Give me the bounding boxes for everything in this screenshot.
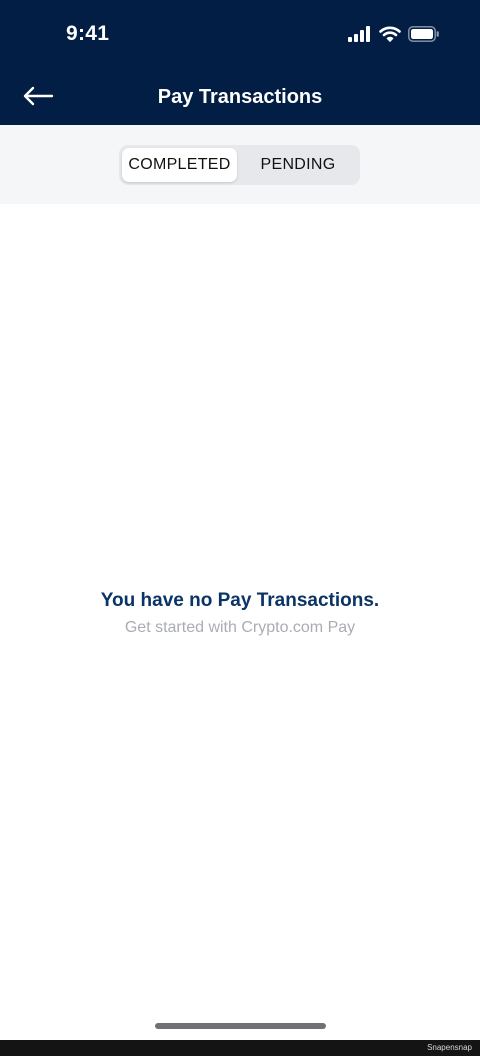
empty-state-subtitle: Get started with Crypto.com Pay [124,619,356,636]
watermark-bar: Snapensnap [0,1040,480,1056]
status-time: 9:41 [66,22,110,45]
watermark-text: Snapensnap [427,1043,472,1052]
app-header: 9:41 Pay Transactions [0,0,480,125]
home-indicator [155,1023,326,1029]
page-title: Pay Transactions [157,86,323,108]
empty-state-title: You have no Pay Transactions. [100,590,380,611]
battery-icon [408,25,440,47]
status-icons [341,25,440,47]
transaction-status-segmented-control: COMPLETED PENDING [119,145,360,185]
tab-completed[interactable]: COMPLETED [122,148,237,182]
cellular-signal-icon [348,25,372,47]
tab-pending[interactable]: PENDING [239,148,357,182]
wifi-icon [379,26,401,47]
tab-bar: COMPLETED PENDING [0,125,480,204]
